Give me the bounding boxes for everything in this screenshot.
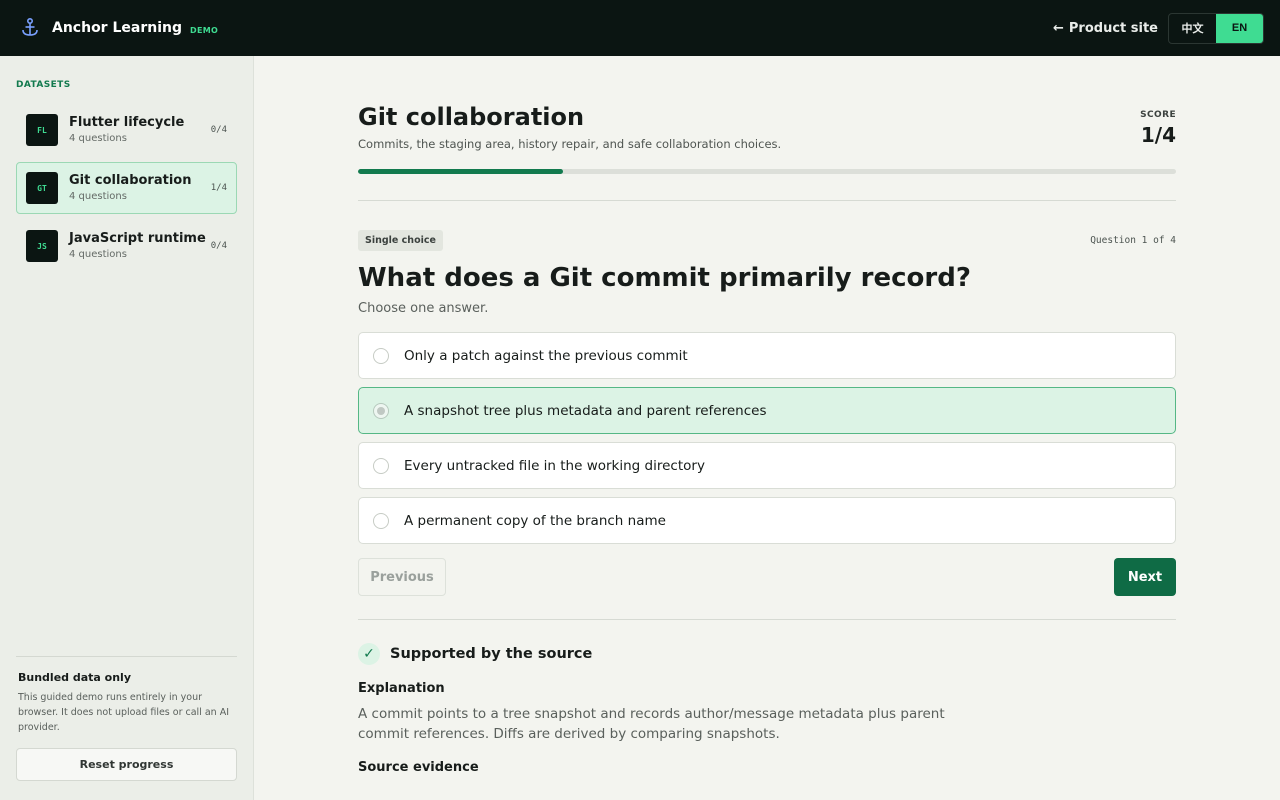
answer-option[interactable]: Every untracked file in the working dire… (358, 442, 1176, 489)
top-bar: Anchor Learning DEMO ← Product site 中文 E… (0, 0, 1280, 56)
dataset-badge: JS (26, 230, 58, 262)
brand-name: Anchor Learning (52, 20, 182, 36)
radio-button[interactable] (373, 457, 389, 474)
arrow-left-icon: ← (1052, 20, 1064, 36)
option-label: A snapshot tree plus metadata and parent… (404, 402, 767, 419)
dataset-title: Git collaboration (69, 173, 192, 188)
question-type-badge: Single choice (358, 230, 443, 251)
product-site-label: Product site (1068, 20, 1158, 36)
answer-option-selected[interactable]: A snapshot tree plus metadata and parent… (358, 387, 1176, 434)
dataset-title: JavaScript runtime (69, 231, 206, 246)
quiz-title: Git collaboration (358, 103, 585, 131)
dataset-title: Flutter lifecycle (69, 115, 185, 130)
dataset-count: 1/4 (210, 183, 227, 193)
previous-button[interactable]: Previous (358, 558, 446, 596)
question-hint: Choose one answer. (358, 301, 489, 316)
reset-progress-button[interactable]: Reset progress (16, 748, 237, 781)
radio-button[interactable] (373, 402, 389, 419)
lang-zh-button[interactable]: 中文 (1169, 14, 1216, 43)
question-counter: Question 1 of 4 (1090, 235, 1176, 246)
dataset-subtitle: 4 questions (69, 191, 127, 202)
feedback-status: ✓ Supported by the source (358, 643, 1176, 665)
dataset-item-flutter[interactable]: FL Flutter lifecycle 4 questions 0/4 (16, 104, 237, 156)
radio-button[interactable] (373, 347, 389, 364)
sidebar-footer: Bundled data only This guided demo runs … (16, 656, 237, 781)
dataset-badge: FL (26, 114, 58, 146)
score-value: 1/4 (1140, 123, 1176, 147)
dataset-subtitle: 4 questions (69, 249, 127, 260)
next-button[interactable]: Next (1114, 558, 1176, 596)
option-label: A permanent copy of the branch name (404, 512, 666, 529)
answer-options: Only a patch against the previous commit… (358, 332, 1176, 544)
datasets-heading: DATASETS (16, 80, 71, 90)
bundled-text: This guided demo runs entirely in your b… (18, 692, 230, 733)
score-box: SCORE 1/4 (1140, 110, 1176, 151)
dataset-count: 0/4 (210, 125, 227, 135)
radio-button[interactable] (373, 512, 389, 529)
option-label: Only a patch against the previous commit (404, 347, 688, 364)
feedback-status-text: Supported by the source (390, 646, 593, 662)
explanation-text: A commit points to a tree snapshot and r… (358, 706, 945, 742)
source-evidence-title: Source evidence (358, 760, 479, 775)
quiz-main: Git collaboration Commits, the staging a… (358, 56, 1176, 775)
check-icon: ✓ (358, 643, 380, 665)
question-text: What does a Git commit primarily record? (358, 263, 971, 293)
lang-en-button[interactable]: EN (1216, 13, 1263, 43)
score-label: SCORE (1140, 110, 1176, 120)
product-site-link[interactable]: ← Product site (1053, 21, 1158, 36)
explanation-title: Explanation (358, 681, 445, 696)
language-toggle: 中文 EN (1168, 12, 1264, 44)
dataset-badge: GT (26, 172, 58, 204)
sidebar: DATASETS FL Flutter lifecycle 4 question… (0, 56, 254, 800)
demo-badge: DEMO (190, 25, 219, 35)
dataset-count: 0/4 (210, 241, 227, 251)
progress-bar (358, 169, 1176, 174)
divider (358, 619, 1176, 620)
quiz-description: Commits, the staging area, history repai… (358, 137, 782, 151)
bundled-title: Bundled data only (18, 671, 131, 684)
answer-option[interactable]: Only a patch against the previous commit (358, 332, 1176, 379)
anchor-logo-icon (20, 18, 40, 38)
dataset-item-git[interactable]: GT Git collaboration 4 questions 1/4 (16, 162, 237, 214)
dataset-subtitle: 4 questions (69, 133, 127, 144)
divider (358, 200, 1176, 201)
progress-fill (358, 169, 563, 174)
dataset-item-javascript[interactable]: JS JavaScript runtime 4 questions 0/4 (16, 220, 237, 272)
answer-option[interactable]: A permanent copy of the branch name (358, 497, 1176, 544)
brand[interactable]: Anchor Learning DEMO (20, 18, 218, 38)
option-label: Every untracked file in the working dire… (404, 457, 705, 474)
